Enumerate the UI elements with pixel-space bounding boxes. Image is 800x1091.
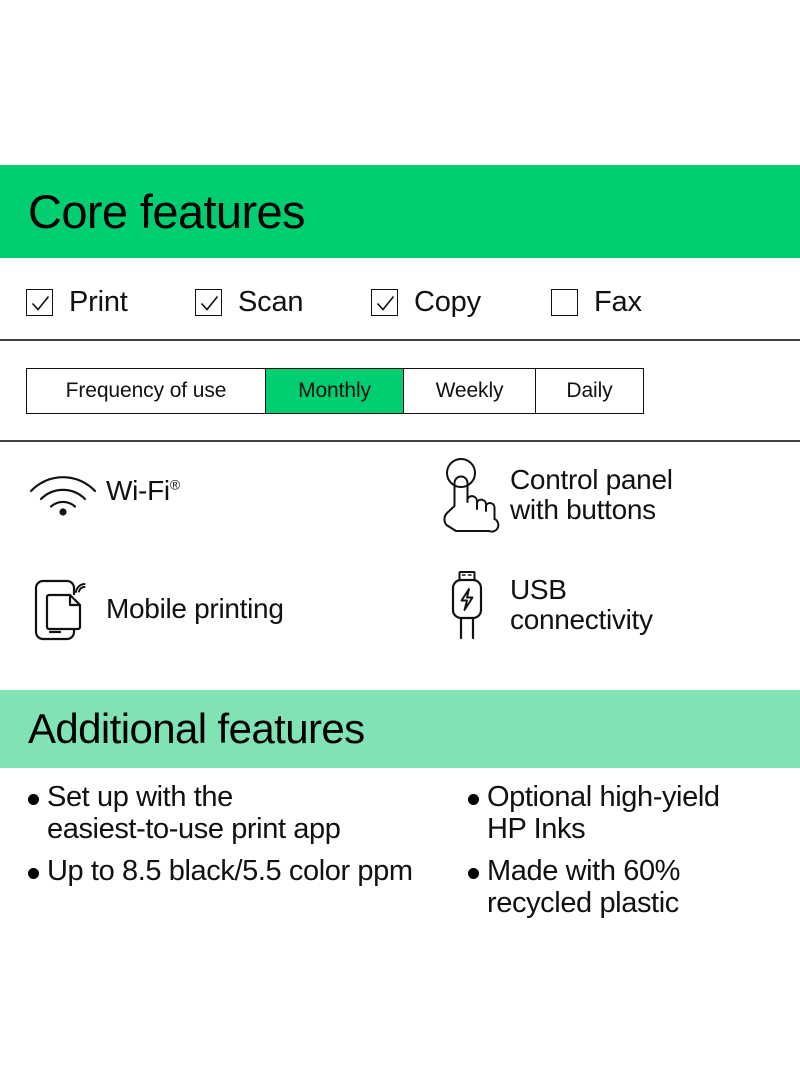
mobile-printing-icon xyxy=(20,573,106,645)
checkbox-label-fax: Fax xyxy=(594,285,642,318)
feature-label-mobile-printing: Mobile printing xyxy=(106,593,284,625)
additional-features-header: Additional features xyxy=(0,690,800,768)
check-icon xyxy=(31,295,50,311)
checkbox-item-print[interactable]: Print xyxy=(26,276,128,328)
control-panel-hand-icon xyxy=(424,457,510,533)
checkbox-copy[interactable] xyxy=(371,288,398,316)
core-features-checkbox-row: Print Scan Copy Fax xyxy=(0,276,800,328)
bullet-text: Set up with the easiest-to-use print app xyxy=(47,781,341,845)
checkbox-label-print: Print xyxy=(69,285,128,318)
feature-label-wifi: Wi-Fi® xyxy=(106,475,180,507)
bullet-dot-icon xyxy=(468,868,479,879)
checkbox-label-copy: Copy xyxy=(414,285,481,318)
wifi-icon xyxy=(20,465,106,517)
feature-mobile-printing: Mobile printing xyxy=(20,573,284,645)
core-features-title: Core features xyxy=(28,185,306,238)
check-icon xyxy=(200,295,219,311)
bullet-dot-icon xyxy=(28,794,39,805)
registered-trademark-mark: ® xyxy=(169,476,180,493)
feature-infographic: Core features Print Scan Copy Fax Freque… xyxy=(0,0,800,1091)
checkbox-item-copy[interactable]: Copy xyxy=(371,276,481,328)
frequency-option-weekly[interactable]: Weekly xyxy=(404,369,536,413)
feature-label-control-panel: Control panel with buttons xyxy=(510,464,673,525)
feature-label-usb: USB connectivity xyxy=(510,574,653,635)
checkbox-fax[interactable] xyxy=(551,288,578,316)
bullet-text: Up to 8.5 black/5.5 color ppm xyxy=(47,855,413,887)
connectivity-feature-grid: Wi-Fi® Control panel with buttons Mobile… xyxy=(0,455,800,680)
bullet-dot-icon xyxy=(468,794,479,805)
frequency-option-daily[interactable]: Daily xyxy=(536,369,643,413)
checkbox-label-scan: Scan xyxy=(238,285,304,318)
checkbox-print[interactable] xyxy=(26,288,53,316)
feature-usb: USB connectivity xyxy=(424,567,653,643)
core-features-header: Core features xyxy=(0,165,800,258)
divider-above-frequency xyxy=(0,339,800,341)
checkbox-item-scan[interactable]: Scan xyxy=(195,276,304,328)
checkbox-item-fax[interactable]: Fax xyxy=(551,276,642,328)
bullet-text: Made with 60% recycled plastic xyxy=(487,855,681,919)
check-icon xyxy=(376,295,395,311)
bullet-text: Optional high-yield HP Inks xyxy=(487,781,720,845)
frequency-row-label: Frequency of use xyxy=(27,369,266,413)
list-item: Made with 60% recycled plastic xyxy=(468,855,681,920)
frequency-of-use-selector: Frequency of use Monthly Weekly Daily xyxy=(26,368,644,414)
feature-control-panel: Control panel with buttons xyxy=(424,457,673,533)
frequency-option-monthly[interactable]: Monthly xyxy=(266,369,404,413)
divider-below-frequency xyxy=(0,440,800,442)
usb-cable-icon xyxy=(424,567,510,643)
feature-wifi: Wi-Fi® xyxy=(20,465,180,517)
list-item: Set up with the easiest-to-use print app xyxy=(28,781,341,846)
list-item: Up to 8.5 black/5.5 color ppm xyxy=(28,855,413,888)
list-item: Optional high-yield HP Inks xyxy=(468,781,720,846)
checkbox-scan[interactable] xyxy=(195,288,222,316)
bullet-dot-icon xyxy=(28,868,39,879)
additional-features-title: Additional features xyxy=(28,705,365,752)
